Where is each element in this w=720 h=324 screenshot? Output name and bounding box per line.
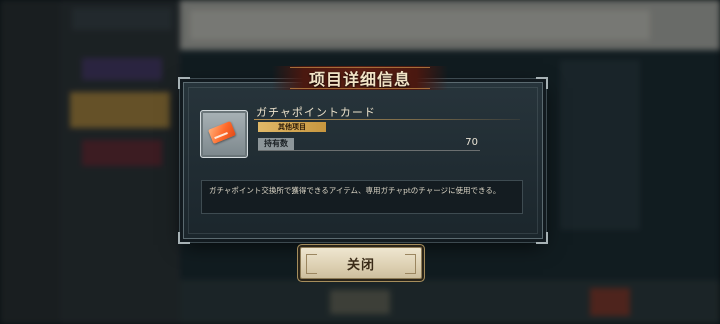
- close-button-label: 关闭: [346, 257, 375, 273]
- dialog-title-banner: 项目详细信息: [272, 66, 448, 90]
- dialog-title: 项目详细信息: [308, 70, 411, 89]
- corner-ornament: [178, 232, 190, 244]
- held-count-row: 持有数 70: [258, 137, 480, 151]
- item-description-box: ガチャポイント交換所で獲得できるアイテム、専用ガチャptのチャージに使用できる。: [201, 180, 523, 214]
- item-icon-frame: [200, 110, 248, 158]
- item-name: ガチャポイントカード: [256, 106, 376, 119]
- held-count-label: 持有数: [258, 138, 294, 150]
- item-description: ガチャポイント交換所で獲得できるアイテム、専用ガチャptのチャージに使用できる。: [209, 186, 501, 195]
- corner-ornament: [536, 232, 548, 244]
- item-name-divider: [254, 119, 520, 120]
- item-category-badge: 其他项目: [258, 122, 326, 132]
- corner-ornament: [536, 77, 548, 89]
- gacha-point-card-icon: [208, 121, 236, 144]
- close-button[interactable]: 关闭: [300, 247, 422, 279]
- corner-ornament: [178, 77, 190, 89]
- held-count-value: 70: [465, 137, 478, 148]
